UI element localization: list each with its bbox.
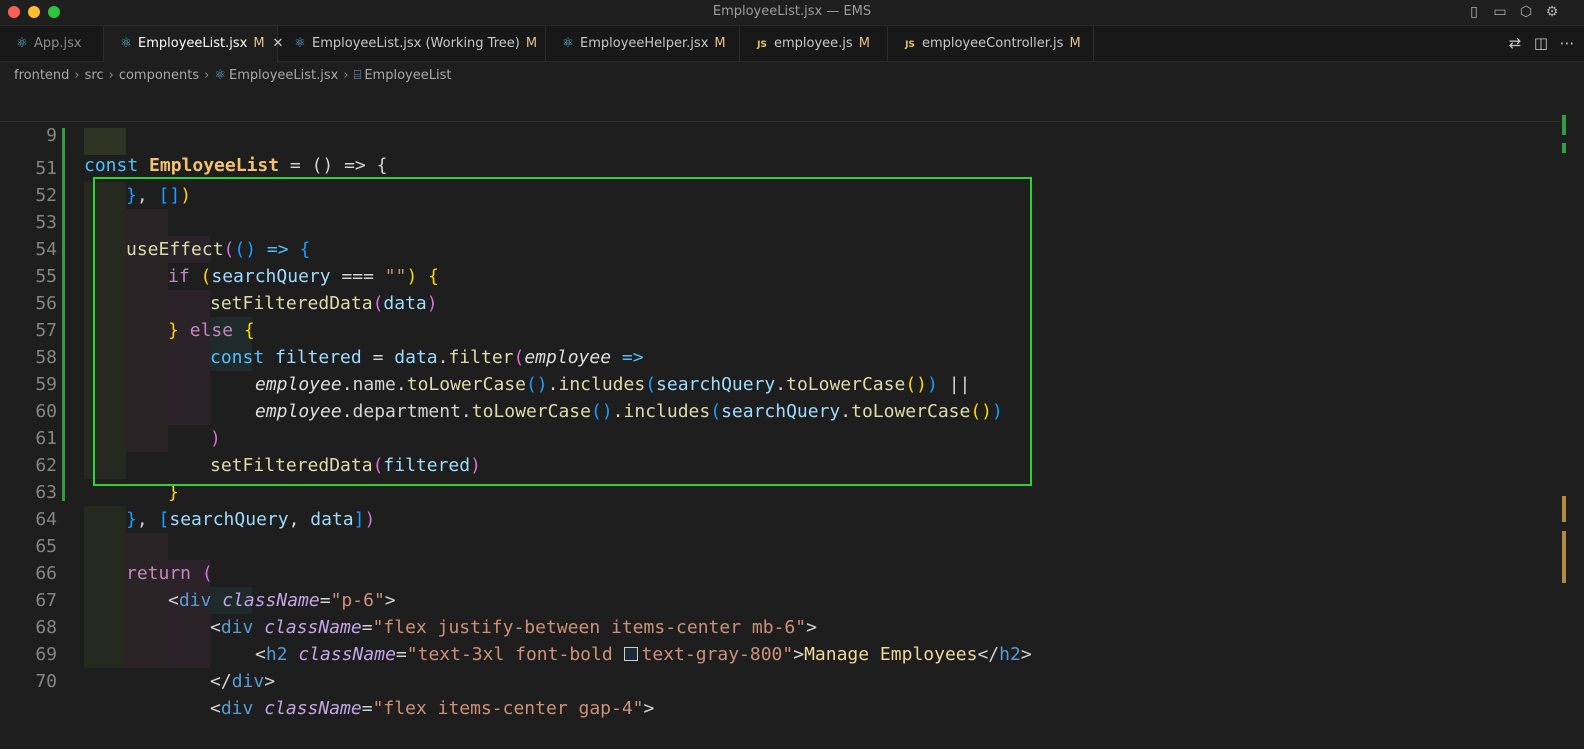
- editor-tab-bar: ⚛ App.jsx ⚛ EmployeeList.jsx M ✕ ⚛ EmployeeLi…: [0, 26, 1584, 62]
- overview-ruler-marker: [1562, 496, 1566, 522]
- code-line[interactable]: 57 const filtered = data.filter(employee…: [0, 290, 1560, 368]
- code-line[interactable]: 60 ): [0, 371, 1560, 449]
- js-icon: JS: [757, 40, 767, 50]
- react-icon: ⚛: [16, 36, 28, 51]
- split-editor-icon[interactable]: ◫: [1532, 34, 1550, 52]
- code-line[interactable]: 67 <div className="flex justify-between …: [0, 560, 1560, 638]
- code-line[interactable]: 68 <h2 className="text-3xl font-bold tex…: [0, 587, 1560, 665]
- toggle-primary-sidebar-icon[interactable]: ▯: [1466, 4, 1482, 20]
- react-icon: ⚛: [294, 36, 306, 51]
- react-icon: ⚛: [562, 36, 574, 51]
- overview-ruler-marker: [1562, 115, 1566, 135]
- tab-employeelist-jsx[interactable]: ⚛ EmployeeList.jsx M ✕: [104, 26, 283, 62]
- code-line[interactable]: 56 } else {: [0, 263, 1560, 341]
- breadcrumb-item[interactable]: EmployeeList: [364, 68, 451, 83]
- sticky-scroll-line[interactable]: 9 const EmployeeList = () => {: [0, 91, 1560, 176]
- open-changes-icon[interactable]: ⇄: [1506, 34, 1524, 52]
- toggle-panel-icon[interactable]: ▭: [1492, 4, 1508, 20]
- code-editor[interactable]: 51 }, []) 52 53 useEffect(() => { 54 if …: [0, 91, 1584, 719]
- modified-badge: M: [525, 36, 538, 51]
- title-bar: EmployeeList.jsx — EMS ▯ ▭ ⬡ ⚙: [0, 0, 1584, 26]
- breadcrumb-item[interactable]: src: [85, 68, 104, 83]
- breadcrumb-item[interactable]: frontend: [14, 68, 69, 83]
- modified-badge: M: [714, 36, 726, 51]
- code-line[interactable]: 69 </div>: [0, 614, 1560, 692]
- code-line[interactable]: 55 setFilteredData(data): [0, 236, 1560, 314]
- tab-employeecontroller-js[interactable]: JS employeeController.js M: [888, 26, 1094, 61]
- chevron-right-icon: ›: [343, 68, 349, 83]
- breadcrumb: frontend › src › components › ⚛ EmployeeList.js…: [14, 68, 451, 88]
- code-line[interactable]: 70 <div className="flex items-center gap…: [0, 641, 1560, 719]
- code-line[interactable]: 65 return (: [0, 506, 1560, 584]
- chevron-right-icon: ›: [204, 68, 210, 83]
- code-line[interactable]: 64: [0, 479, 1560, 530]
- modified-badge: M: [1069, 36, 1081, 51]
- code-line[interactable]: 66 <div className="p-6">: [0, 533, 1560, 611]
- code-line[interactable]: 63 }, [searchQuery, data]): [0, 452, 1560, 530]
- gear-icon[interactable]: ⚙: [1544, 4, 1560, 20]
- modified-badge: M: [858, 36, 870, 51]
- line-number: 70: [35, 671, 57, 692]
- breadcrumb-item[interactable]: EmployeeList.jsx: [229, 68, 338, 83]
- symbol-icon: ⌸: [353, 68, 362, 83]
- code-line[interactable]: 61 setFilteredData(filtered): [0, 398, 1560, 476]
- chevron-right-icon: ›: [108, 68, 114, 83]
- window-title: EmployeeList.jsx — EMS: [712, 4, 872, 19]
- code-line[interactable]: 62 }: [0, 425, 1560, 503]
- breadcrumb-item[interactable]: components: [119, 68, 199, 83]
- overview-ruler-marker: [1562, 531, 1566, 583]
- extension-box-icon[interactable]: ⬡: [1518, 4, 1534, 20]
- more-actions-icon[interactable]: ⋯: [1558, 34, 1576, 52]
- code-line[interactable]: 54 if (searchQuery === "") {: [0, 209, 1560, 287]
- js-icon: JS: [905, 40, 915, 50]
- tab-employeehelper-jsx[interactable]: ⚛ EmployeeHelper.jsx M: [546, 26, 740, 61]
- code-line[interactable]: 59 employee.department.toLowerCase().inc…: [0, 344, 1560, 422]
- code-line[interactable]: 53 useEffect(() => {: [0, 182, 1560, 260]
- react-icon: ⚛: [214, 68, 226, 83]
- overview-ruler-marker: [1562, 143, 1566, 153]
- line-number: 9: [46, 125, 57, 146]
- tab-employee-js[interactable]: JS employee.js M: [740, 26, 888, 61]
- tab-employeelist-working-tree[interactable]: ⚛ EmployeeList.jsx (Working Tree) M: [278, 26, 546, 61]
- code-line[interactable]: 58 employee.name.toLowerCase().includes(…: [0, 317, 1560, 395]
- chevron-right-icon: ›: [74, 68, 80, 83]
- react-icon: ⚛: [120, 36, 132, 51]
- modified-badge: M: [253, 36, 265, 51]
- tab-app-jsx[interactable]: ⚛ App.jsx: [0, 26, 104, 61]
